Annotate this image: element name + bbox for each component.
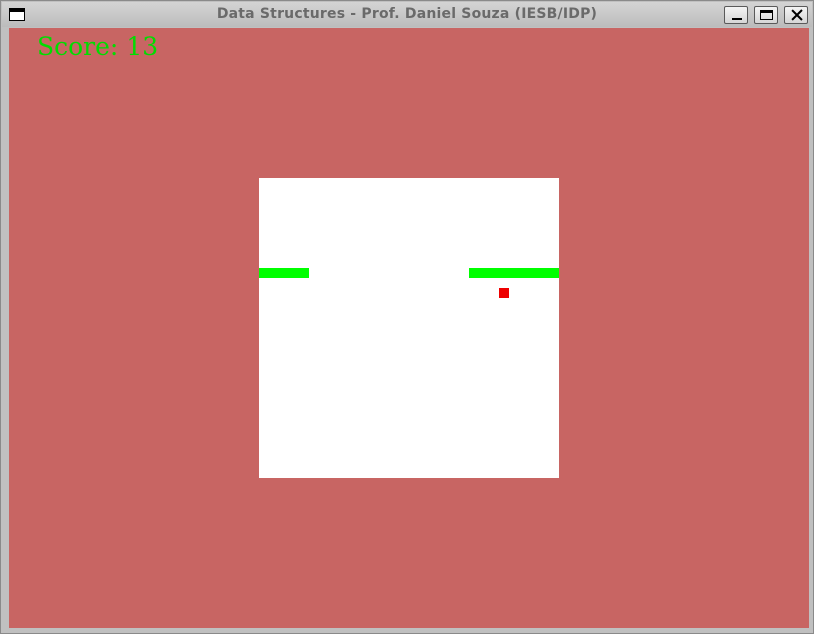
maximize-icon xyxy=(760,10,773,20)
game-canvas[interactable]: Score: 13 xyxy=(9,28,809,628)
snake-segment xyxy=(259,268,309,278)
close-icon xyxy=(790,8,804,22)
minimize-icon xyxy=(732,18,742,20)
food-pellet xyxy=(499,288,509,298)
snake-segment xyxy=(469,268,559,278)
minimize-button[interactable] xyxy=(724,6,748,24)
maximize-button[interactable] xyxy=(754,6,778,24)
score-display: Score: 13 xyxy=(37,32,158,61)
window-title: Data Structures - Prof. Daniel Souza (IE… xyxy=(216,6,598,22)
play-field xyxy=(259,178,559,478)
title-bar[interactable]: Data Structures - Prof. Daniel Souza (IE… xyxy=(2,2,812,27)
score-label: Score: xyxy=(37,32,119,61)
close-button[interactable] xyxy=(784,6,808,24)
score-value: 13 xyxy=(126,32,159,61)
game-window: Data Structures - Prof. Daniel Souza (IE… xyxy=(0,0,814,634)
